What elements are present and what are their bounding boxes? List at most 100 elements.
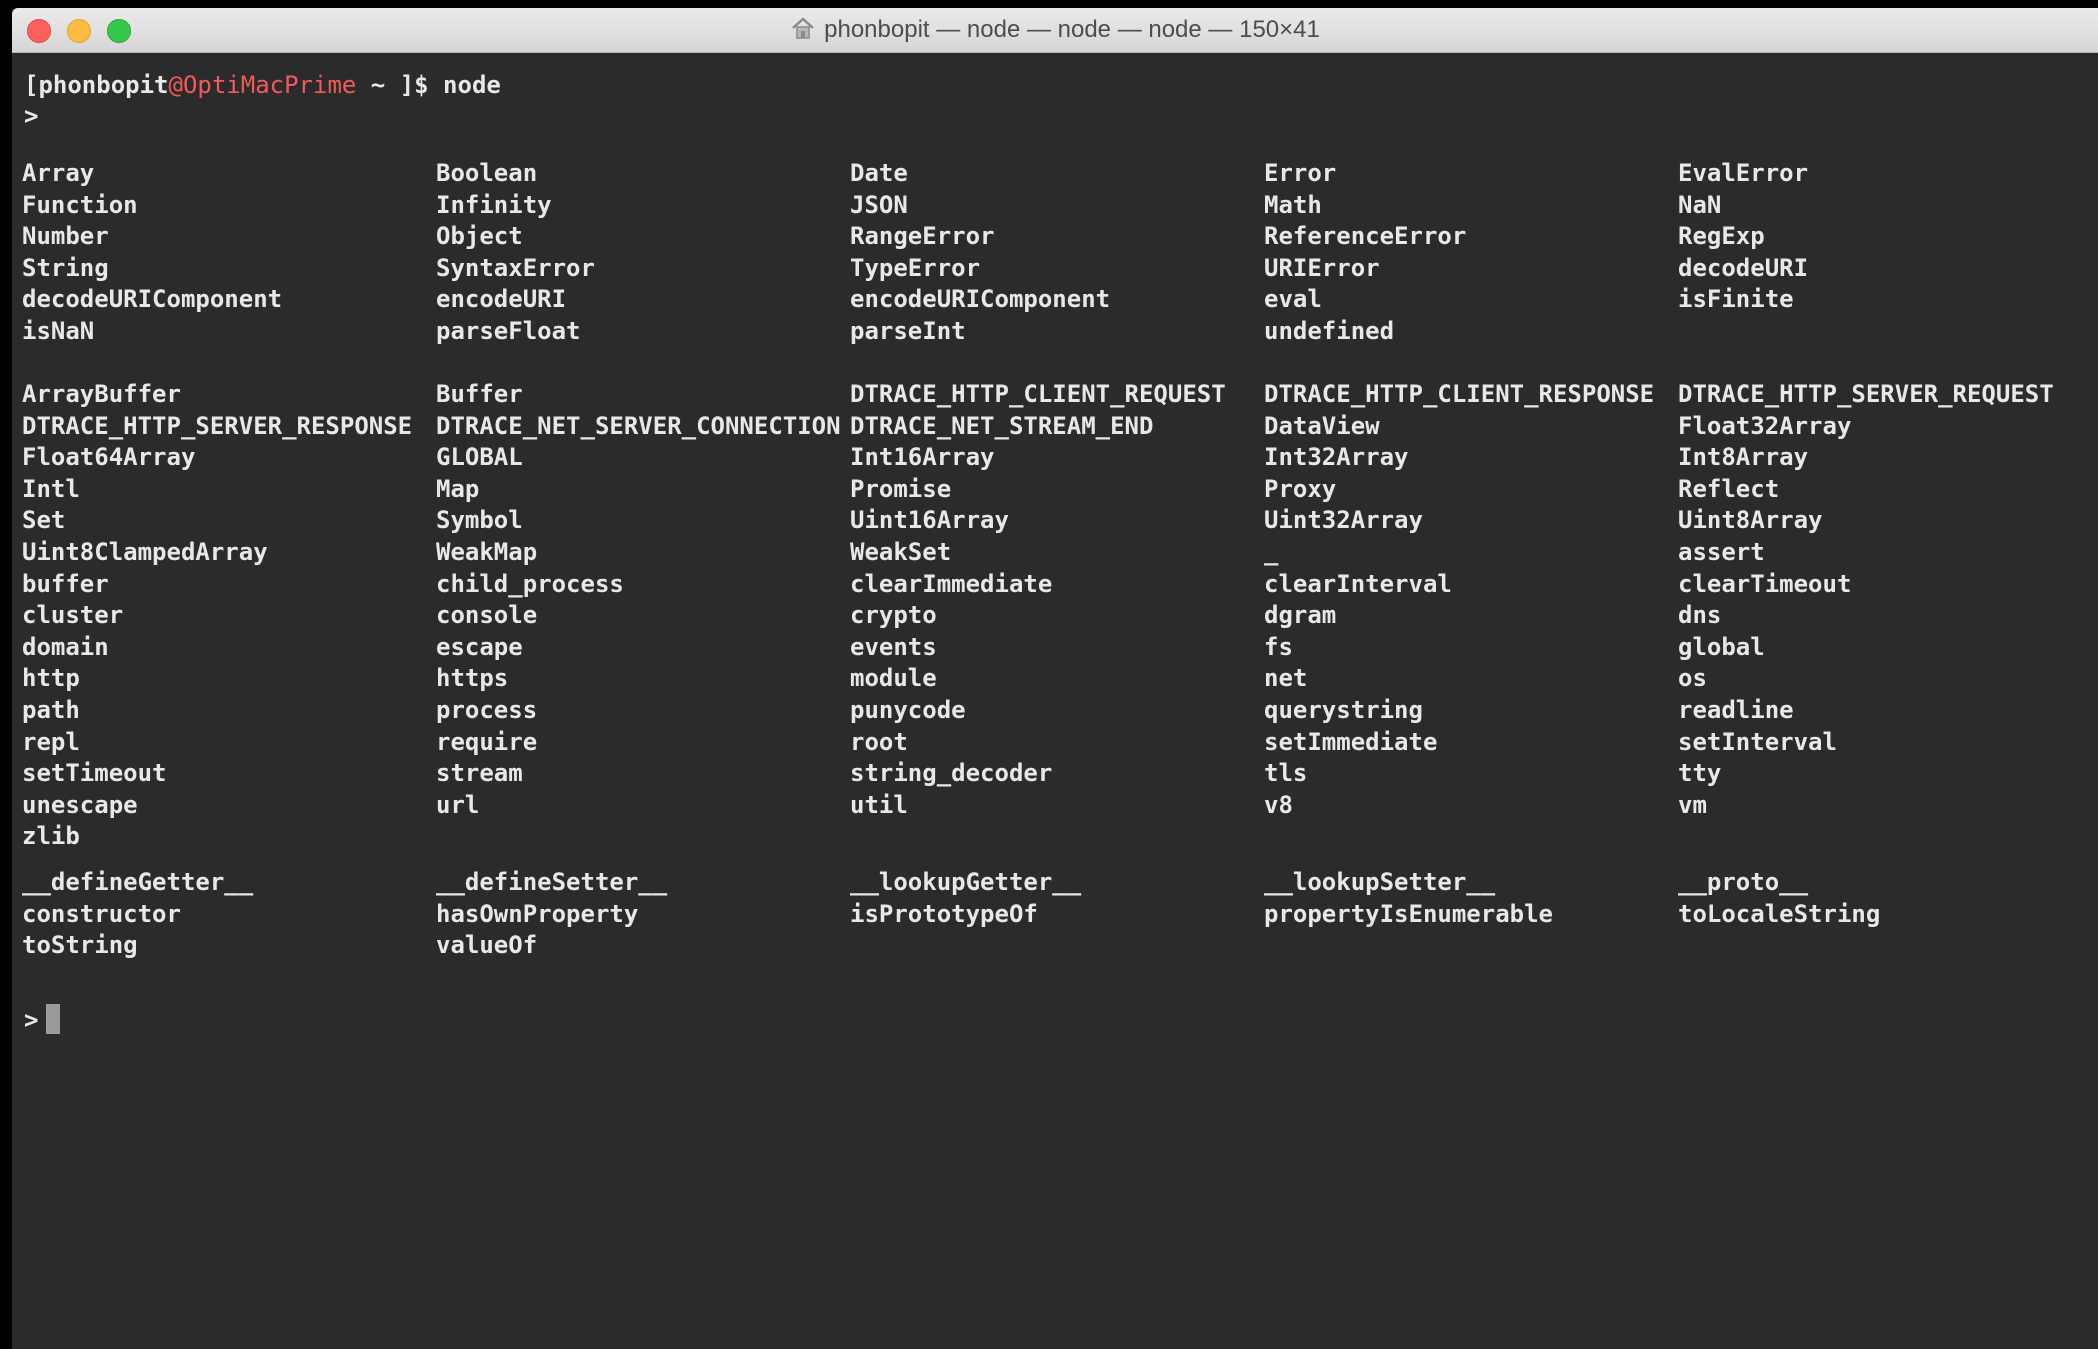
completion-item: __defineSetter__ — [436, 868, 668, 896]
completion-item: DataView — [1264, 411, 1380, 440]
completion-item: child_process — [436, 569, 624, 598]
completion-row: zlib — [22, 821, 2092, 853]
completion-item: toLocaleString — [1678, 899, 1881, 928]
completion-item: root — [850, 727, 908, 756]
completion-item: Proxy — [1264, 474, 1337, 503]
prompt-command: ~ ]$ node — [356, 71, 501, 99]
home-folder-icon — [790, 12, 816, 39]
completion-item: Uint8Array — [1678, 506, 1823, 535]
completion-row: buffer child_process clearImmediate clearIn… — [22, 569, 2092, 601]
prompt-open-bracket: [ — [24, 71, 39, 99]
completion-item: unescape — [22, 790, 138, 819]
completion-item: Float64Array — [22, 443, 196, 472]
completion-item — [1678, 316, 2092, 348]
completion-item: Array — [22, 159, 95, 187]
completion-item — [1678, 930, 2092, 962]
window-title: phonbopit — node — node — node — 150×41 — [824, 16, 1320, 43]
completion-item: process — [436, 695, 538, 724]
completion-row: Set Symbol Uint16Array Uint32Array Uint8Arra… — [22, 505, 2092, 537]
completion-item: RegExp — [1678, 222, 1765, 251]
completion-item: buffer — [22, 569, 109, 598]
completion-row: __defineGetter__ __defineSetter__ __lookup… — [22, 867, 2092, 899]
completion-item: Map — [436, 474, 480, 503]
completion-item: clearImmediate — [850, 569, 1053, 598]
completion-item: eval — [1264, 285, 1322, 314]
completion-item: parseInt — [850, 316, 966, 345]
completion-item: net — [1264, 664, 1308, 693]
completion-item: ArrayBuffer — [22, 380, 181, 408]
completion-item: fs — [1264, 632, 1293, 661]
completion-item: hasOwnProperty — [436, 899, 639, 928]
completion-item: Intl — [22, 474, 80, 503]
completion-item: EvalError — [1678, 159, 1809, 187]
completion-row: isNaN parseFloat parseInt undefined — [22, 316, 2092, 348]
completion-item — [850, 821, 1264, 853]
completion-item: string_decoder — [850, 759, 1053, 788]
completion-item: os — [1678, 664, 1707, 693]
completion-row: DTRACE_HTTP_SERVER_RESPONSE DTRACE_NET_SE… — [22, 411, 2092, 443]
completion-item: url — [436, 790, 480, 819]
completion-item: module — [850, 664, 937, 693]
completion-item: Int16Array — [850, 443, 995, 472]
completion-item — [1678, 821, 2092, 853]
globals-block: Array Boolean Date Error EvalError Function In… — [22, 158, 2092, 348]
window-title-container: phonbopit — node — node — node — 150×41 — [12, 8, 2098, 52]
completion-item: repl — [22, 727, 80, 756]
completion-item — [850, 930, 1264, 962]
prompt-host: OptiMacPrime — [182, 71, 357, 99]
completion-item: toString — [22, 931, 138, 960]
completion-item: Reflect — [1678, 474, 1780, 503]
completion-row: constructor hasOwnProperty isPrototypeOf pr… — [22, 899, 2092, 931]
completion-item: decodeURIComponent — [22, 285, 283, 314]
completion-item: Uint8ClampedArray — [22, 537, 268, 566]
completion-item: clearInterval — [1264, 569, 1452, 598]
completion-item: readline — [1678, 695, 1794, 724]
completion-item: __lookupGetter__ — [850, 868, 1082, 896]
completion-item: querystring — [1264, 695, 1423, 724]
completion-item: https — [436, 664, 509, 693]
object-methods-block: __defineGetter__ __defineSetter__ __lookup… — [22, 867, 2092, 962]
completion-item: ReferenceError — [1264, 222, 1467, 251]
completion-row: ArrayBuffer Buffer DTRACE_HTTP_CLIENT_REQU… — [22, 379, 2092, 411]
completion-item: WeakMap — [436, 537, 538, 566]
completion-item: encodeURI — [436, 285, 567, 314]
completion-item: Function — [22, 190, 138, 219]
completion-item: stream — [436, 759, 523, 788]
completion-item: _ — [1264, 537, 1279, 566]
prompt-at-sign: @ — [168, 71, 183, 99]
completion-item: Uint16Array — [850, 506, 1009, 535]
completion-item: clearTimeout — [1678, 569, 1852, 598]
active-repl-line[interactable]: > — [24, 1004, 61, 1036]
completion-item: http — [22, 664, 80, 693]
completion-item: Number — [22, 222, 109, 251]
completion-row: unescape url util v8 vm — [22, 790, 2092, 822]
completion-item: parseFloat — [436, 316, 581, 345]
terminal-content[interactable]: [phonbopit@OptiMacPrime ~ ]$ node > Arra… — [12, 53, 2098, 1349]
completion-item: NaN — [1678, 190, 1722, 219]
completion-row: String SyntaxError TypeError URIError decode… — [22, 253, 2092, 285]
repl-prompt-line: > — [24, 100, 38, 132]
completion-item: path — [22, 695, 80, 724]
completion-item: isFinite — [1678, 285, 1794, 314]
title-bar[interactable]: phonbopit — node — node — node — 150×41 — [12, 8, 2098, 53]
completion-item — [436, 821, 850, 853]
completion-row: toString valueOf — [22, 930, 2092, 962]
completion-item: constructor — [22, 899, 181, 928]
completion-item: isNaN — [22, 316, 95, 345]
modules-block: ArrayBuffer Buffer DTRACE_HTTP_CLIENT_REQU… — [22, 379, 2092, 853]
completion-item: decodeURI — [1678, 253, 1809, 282]
completion-row: repl require root setImmediate setInterval — [22, 727, 2092, 759]
completion-item: punycode — [850, 695, 966, 724]
completion-item: dns — [1678, 601, 1722, 630]
completion-item: DTRACE_NET_SERVER_CONNECTION — [436, 411, 841, 440]
completion-item: WeakSet — [850, 537, 952, 566]
completion-item: Promise — [850, 474, 952, 503]
terminal-window: phonbopit — node — node — node — 150×41 … — [12, 8, 2098, 1349]
completion-item: Set — [22, 506, 66, 535]
completion-item: Infinity — [436, 190, 552, 219]
completion-item: Buffer — [436, 380, 523, 408]
completion-item: events — [850, 632, 937, 661]
completion-item: propertyIsEnumerable — [1264, 899, 1553, 928]
completion-item: v8 — [1264, 790, 1293, 819]
completion-row: Array Boolean Date Error EvalError — [22, 158, 2092, 190]
